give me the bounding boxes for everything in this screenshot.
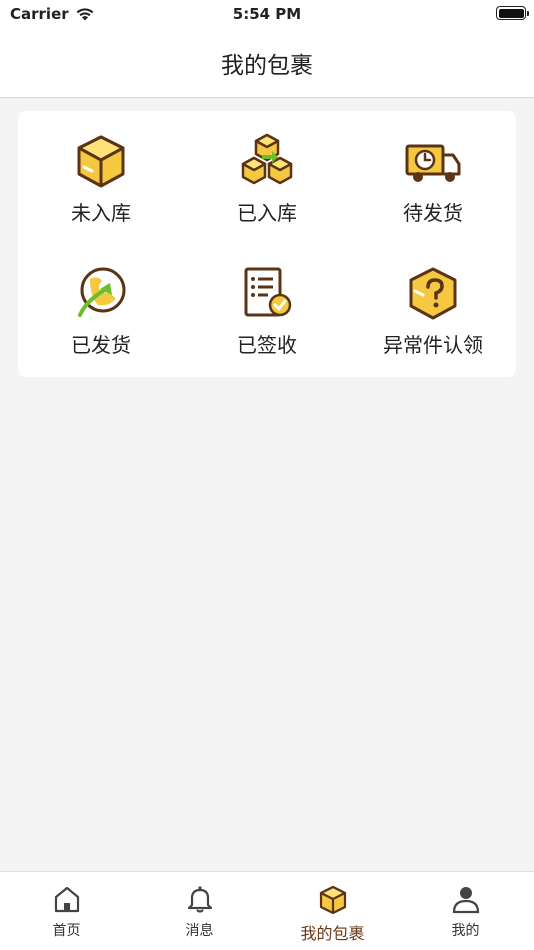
- grid-item-stored[interactable]: 已入库: [184, 111, 350, 231]
- status-bar: Carrier 5:54 PM: [0, 0, 534, 28]
- home-icon: [54, 886, 79, 913]
- tab-messages[interactable]: 消息: [133, 872, 266, 950]
- package-status-card: 未入库 已入库 待发货 已发货 已签收 异常件认领: [18, 111, 516, 377]
- grid-item-label: 未入库: [71, 201, 131, 225]
- stacked-boxes-icon: [241, 133, 293, 185]
- grid-item-pending-shipment[interactable]: 待发货: [350, 111, 516, 231]
- grid-item-label: 已发货: [71, 333, 131, 357]
- tab-label: 我的包裹: [300, 924, 365, 943]
- box-icon: [77, 135, 125, 188]
- tab-me[interactable]: 我的: [399, 872, 532, 950]
- nav-bar: 我的包裹: [0, 28, 534, 98]
- tab-home[interactable]: 首页: [0, 872, 133, 950]
- tab-label: 我的: [451, 923, 480, 939]
- tab-my-packages[interactable]: 我的包裹: [266, 872, 399, 950]
- user-icon: [452, 887, 479, 914]
- grid-item-label: 异常件认领: [383, 333, 483, 357]
- bell-icon: [187, 886, 212, 913]
- grid-item-label: 待发货: [403, 201, 463, 225]
- delivery-truck-icon: [405, 144, 461, 182]
- question-box-icon: [409, 267, 457, 320]
- grid-item-not-stored[interactable]: 未入库: [18, 111, 184, 231]
- tab-label: 首页: [52, 923, 81, 939]
- page-title: 我的包裹: [221, 52, 313, 79]
- grid-item-label: 已签收: [237, 333, 297, 357]
- grid-item-exception-claim[interactable]: 异常件认领: [350, 243, 516, 363]
- tab-label: 消息: [185, 923, 214, 939]
- status-time: 5:54 PM: [232, 5, 302, 23]
- grid-item-signed[interactable]: 已签收: [184, 243, 350, 363]
- battery-icon: [496, 6, 529, 20]
- tab-bar: 首页 消息 我的包裹 我的: [0, 871, 534, 950]
- signed-document-icon: [244, 267, 292, 317]
- globe-shipped-icon: [78, 267, 126, 317]
- package-icon: [319, 885, 346, 914]
- grid-item-shipped[interactable]: 已发货: [18, 243, 184, 363]
- grid-item-label: 已入库: [237, 201, 297, 225]
